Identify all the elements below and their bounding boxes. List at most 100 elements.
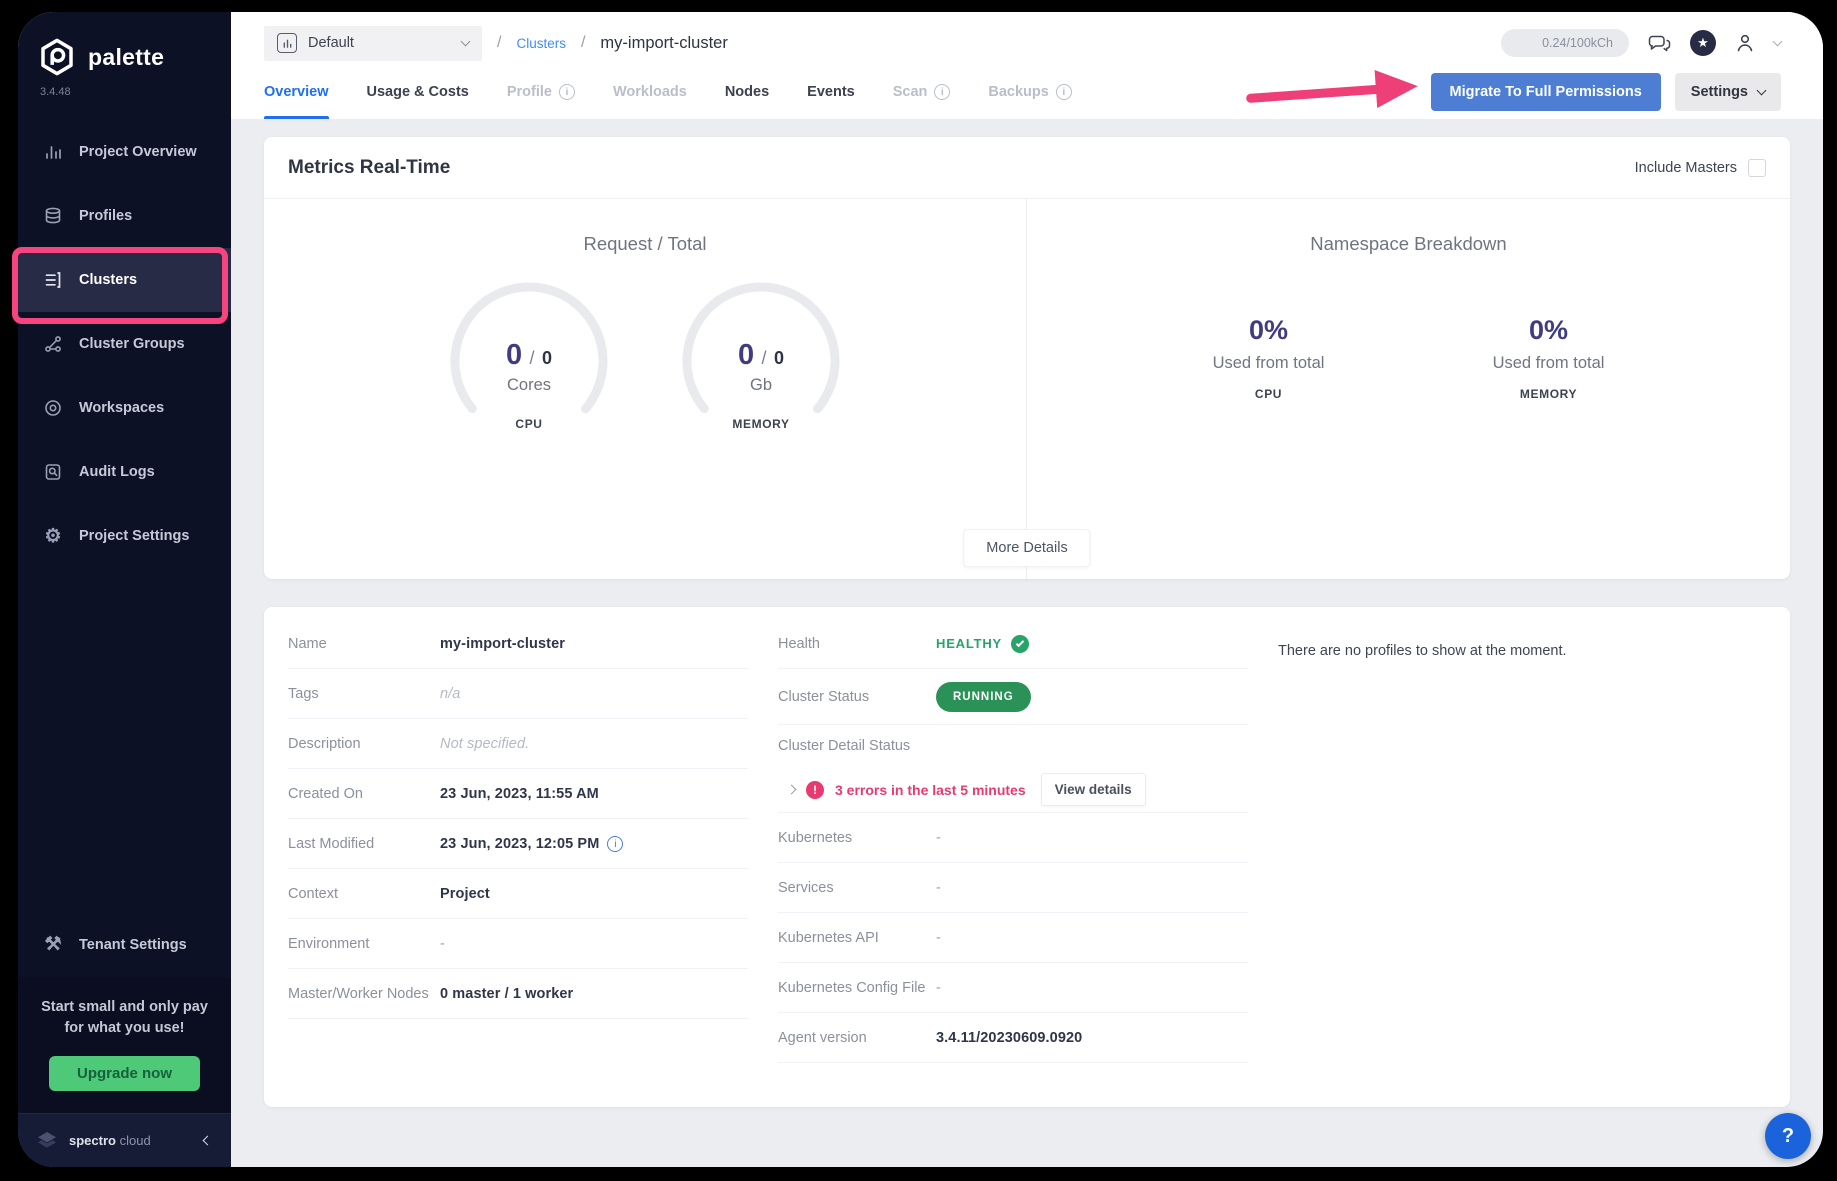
usage-badge: 0.24/100kCh — [1501, 29, 1629, 57]
footer-brand: spectro cloud — [69, 1133, 151, 1148]
sidebar-item-profiles[interactable]: Profiles — [18, 184, 231, 248]
upgrade-promo: Start small and only pay for what you us… — [18, 977, 231, 1114]
chevron-down-icon — [461, 37, 471, 47]
view-details-button[interactable]: View details — [1041, 773, 1146, 806]
detail-row-last-modified: Last Modified 23 Jun, 2023, 12:05 PM — [288, 819, 748, 869]
detail-row-created-on: Created On 23 Jun, 2023, 11:55 AM — [288, 769, 748, 819]
palette-logo-icon — [36, 36, 78, 78]
collapse-sidebar-icon[interactable] — [204, 1137, 211, 1144]
metrics-body: Request / Total 0 / 0 Cores — [264, 199, 1790, 579]
sidebar: palette 3.4.48 Project Overview — [18, 12, 231, 1167]
topbar-right: 0.24/100kCh — [1501, 29, 1781, 57]
tab-profile: Profile — [507, 64, 575, 119]
sidebar-footer: spectro cloud — [18, 1113, 231, 1167]
app-version: 3.4.48 — [18, 78, 231, 98]
settings-button[interactable]: Settings — [1675, 73, 1781, 111]
sidebar-nav: Project Overview Profiles — [18, 120, 231, 568]
node-graph-icon — [42, 333, 64, 355]
detail-row-environment: Environment - — [288, 919, 748, 969]
namespace-cpu-stat: 0% Used from total CPU — [1184, 315, 1354, 401]
details-right-column: There are no profiles to show at the mom… — [1278, 619, 1766, 1077]
memory-gauge: 0 / 0 Gb MEMORY — [681, 281, 841, 431]
cluster-errors-row: 3 errors in the last 5 minutes View deta… — [778, 767, 1248, 813]
main-area: Default / Clusters / my-import-cluster 0… — [231, 12, 1823, 1167]
detail-row-cluster-status: Cluster Status RUNNING — [778, 669, 1248, 725]
more-details-button[interactable]: More Details — [963, 529, 1090, 567]
request-total-title: Request / Total — [583, 233, 706, 255]
check-circle-icon — [1011, 635, 1029, 653]
metrics-title: Metrics Real-Time — [288, 157, 450, 179]
tab-nodes[interactable]: Nodes — [725, 64, 769, 119]
sidebar-item-project-settings[interactable]: ⚙ Project Settings — [18, 504, 231, 568]
breadcrumb-separator: / — [497, 34, 501, 52]
help-button[interactable]: ? — [1765, 1113, 1811, 1159]
sidebar-item-clusters[interactable]: Clusters — [18, 248, 231, 312]
chart-select-icon — [277, 33, 297, 53]
cpu-gauge: 0 / 0 Cores CPU — [449, 281, 609, 431]
project-selector-dropdown[interactable]: Default — [264, 26, 482, 61]
tools-icon: ⚒ — [42, 934, 64, 956]
breadcrumb-clusters-link[interactable]: Clusters — [516, 36, 566, 51]
sidebar-item-audit-logs[interactable]: Audit Logs — [18, 440, 231, 504]
include-masters-checkbox[interactable] — [1748, 159, 1766, 177]
sidebar-item-label: Clusters — [79, 272, 137, 288]
star-badge-icon[interactable] — [1690, 30, 1716, 56]
namespace-title: Namespace Breakdown — [1310, 233, 1506, 255]
info-icon — [934, 84, 950, 100]
chevron-down-icon — [1757, 85, 1767, 95]
migrate-to-full-permissions-button[interactable]: Migrate To Full Permissions — [1431, 73, 1661, 111]
namespace-memory-stat: 0% Used from total MEMORY — [1464, 315, 1634, 401]
user-icon[interactable] — [1733, 31, 1757, 55]
tab-backups: Backups — [988, 64, 1071, 119]
rings-icon — [42, 397, 64, 419]
brand-name: palette — [88, 44, 164, 71]
sidebar-spacer — [18, 568, 231, 913]
info-icon[interactable] — [607, 836, 623, 852]
sidebar-item-label: Tenant Settings — [79, 937, 187, 953]
sidebar-item-project-overview[interactable]: Project Overview — [18, 120, 231, 184]
sidebar-item-label: Workspaces — [79, 400, 164, 416]
include-masters: Include Masters — [1635, 159, 1766, 177]
promo-text: Start small and only pay for what you us… — [30, 997, 219, 1041]
app-window: palette 3.4.48 Project Overview — [18, 12, 1823, 1167]
health-status: HEALTHY — [936, 636, 1002, 651]
info-icon — [559, 84, 575, 100]
namespace-stats: 0% Used from total CPU 0% Used from tota… — [1184, 315, 1634, 401]
tab-events[interactable]: Events — [807, 64, 855, 119]
tab-workloads: Workloads — [613, 64, 687, 119]
request-total-panel: Request / Total 0 / 0 Cores — [264, 199, 1027, 579]
tabs-bar: Overview Usage & Costs Profile Workloads… — [231, 64, 1823, 119]
sidebar-item-label: Project Settings — [79, 528, 189, 544]
database-icon — [42, 205, 64, 227]
error-icon — [806, 781, 824, 799]
detail-row-health: Health HEALTHY — [778, 619, 1248, 669]
breadcrumb-current: my-import-cluster — [600, 34, 727, 53]
details-left-column: Name my-import-cluster Tags n/a Descript… — [288, 619, 748, 1077]
upgrade-now-button[interactable]: Upgrade now — [49, 1056, 200, 1091]
breadcrumb-separator: / — [581, 34, 585, 52]
gauges: 0 / 0 Cores CPU — [449, 281, 841, 431]
sidebar-item-cluster-groups[interactable]: Cluster Groups — [18, 312, 231, 376]
bar-chart-icon — [42, 141, 64, 163]
detail-row-cluster-detail-status: Cluster Detail Status — [778, 725, 1248, 767]
sidebar-item-label: Cluster Groups — [79, 336, 185, 352]
user-menu-chevron-icon[interactable] — [1773, 37, 1783, 47]
detail-row-description: Description Not specified. — [288, 719, 748, 769]
chat-icon[interactable] — [1646, 31, 1673, 55]
gear-icon: ⚙ — [42, 525, 64, 547]
info-icon — [1056, 84, 1072, 100]
chevron-right-icon[interactable] — [787, 785, 797, 795]
detail-row-services: Services - — [778, 863, 1248, 913]
running-status-badge: RUNNING — [936, 682, 1031, 712]
cluster-list-icon — [42, 269, 64, 291]
metrics-header: Metrics Real-Time Include Masters — [264, 137, 1790, 199]
brand-logo-row: palette — [18, 12, 231, 78]
detail-row-kubernetes-api: Kubernetes API - — [778, 913, 1248, 963]
detail-row-kubernetes: Kubernetes - — [778, 813, 1248, 863]
tab-overview[interactable]: Overview — [264, 64, 329, 119]
sidebar-item-tenant-settings[interactable]: ⚒ Tenant Settings — [18, 913, 231, 977]
doc-search-icon — [42, 461, 64, 483]
detail-row-context: Context Project — [288, 869, 748, 919]
tab-usage-costs[interactable]: Usage & Costs — [367, 64, 469, 119]
sidebar-item-workspaces[interactable]: Workspaces — [18, 376, 231, 440]
